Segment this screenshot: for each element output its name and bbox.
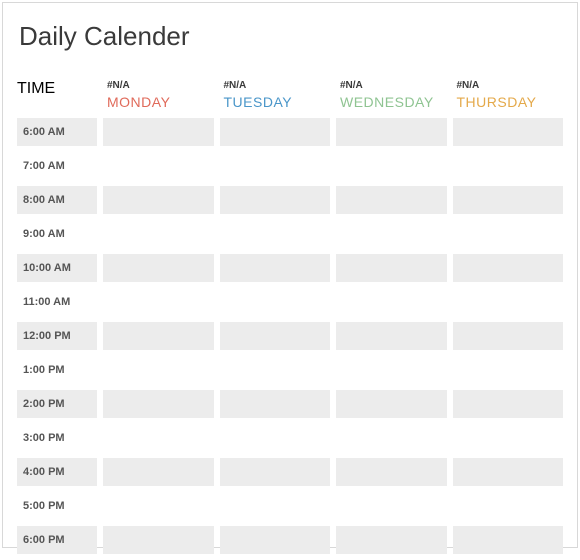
calendar-slot[interactable] <box>103 220 214 248</box>
calendar-slot[interactable] <box>220 288 331 316</box>
calendar-slot[interactable] <box>336 152 447 180</box>
na-label: #N/A <box>340 80 443 91</box>
calendar-slot[interactable] <box>336 424 447 452</box>
na-label: #N/A <box>457 80 560 91</box>
calendar-slot[interactable] <box>220 424 331 452</box>
calendar-grid: TIME #N/A MONDAY #N/A TUESDAY #N/A WEDNE… <box>17 80 563 560</box>
day-header-monday: #N/A MONDAY <box>103 80 214 118</box>
calendar-slot[interactable] <box>453 424 564 452</box>
day-name: WEDNESDAY <box>340 94 434 110</box>
calendar-slot[interactable] <box>453 492 564 520</box>
time-column-header: TIME <box>17 80 97 118</box>
row-spacer <box>17 554 563 560</box>
day-header-tuesday: #N/A TUESDAY <box>220 80 331 118</box>
calendar-slot[interactable] <box>453 390 564 418</box>
time-label: 9:00 AM <box>17 220 97 248</box>
calendar-slot[interactable] <box>220 186 331 214</box>
calendar-slot[interactable] <box>103 254 214 282</box>
na-label: #N/A <box>224 80 327 91</box>
calendar-slot[interactable] <box>336 288 447 316</box>
calendar-slot[interactable] <box>453 186 564 214</box>
day-name: THURSDAY <box>457 94 537 110</box>
time-label: 7:00 AM <box>17 152 97 180</box>
calendar-slot[interactable] <box>453 356 564 384</box>
calendar-slot[interactable] <box>336 492 447 520</box>
time-label: 2:00 PM <box>17 390 97 418</box>
calendar-slot[interactable] <box>453 288 564 316</box>
calendar-slot[interactable] <box>220 356 331 384</box>
time-label: 5:00 PM <box>17 492 97 520</box>
time-label: 1:00 PM <box>17 356 97 384</box>
calendar-slot[interactable] <box>103 492 214 520</box>
calendar-slot[interactable] <box>220 118 331 146</box>
calendar-slot[interactable] <box>336 220 447 248</box>
calendar-slot[interactable] <box>103 458 214 486</box>
day-header-wednesday: #N/A WEDNESDAY <box>336 80 447 118</box>
calendar-slot[interactable] <box>336 356 447 384</box>
calendar-slot[interactable] <box>336 322 447 350</box>
calendar-slot[interactable] <box>220 458 331 486</box>
time-label: 6:00 AM <box>17 118 97 146</box>
time-label: 12:00 PM <box>17 322 97 350</box>
calendar-slot[interactable] <box>453 220 564 248</box>
calendar-slot[interactable] <box>220 492 331 520</box>
calendar-slot[interactable] <box>220 254 331 282</box>
time-label: 3:00 PM <box>17 424 97 452</box>
calendar-slot[interactable] <box>103 118 214 146</box>
calendar-slot[interactable] <box>453 254 564 282</box>
calendar-slot[interactable] <box>336 118 447 146</box>
time-label: 8:00 AM <box>17 186 97 214</box>
calendar-slot[interactable] <box>103 322 214 350</box>
na-label: #N/A <box>107 80 210 91</box>
calendar-slot[interactable] <box>103 390 214 418</box>
time-label: 10:00 AM <box>17 254 97 282</box>
day-header-thursday: #N/A THURSDAY <box>453 80 564 118</box>
calendar-slot[interactable] <box>336 458 447 486</box>
time-label: 11:00 AM <box>17 288 97 316</box>
calendar-slot[interactable] <box>336 254 447 282</box>
day-name: MONDAY <box>107 94 170 110</box>
calendar-slot[interactable] <box>220 152 331 180</box>
calendar-slot[interactable] <box>453 152 564 180</box>
calendar-slot[interactable] <box>453 458 564 486</box>
day-name: TUESDAY <box>224 94 293 110</box>
calendar-slot[interactable] <box>453 118 564 146</box>
calendar-slot[interactable] <box>453 322 564 350</box>
calendar-slot[interactable] <box>220 390 331 418</box>
time-label: 4:00 PM <box>17 458 97 486</box>
calendar-slot[interactable] <box>103 186 214 214</box>
calendar-slot[interactable] <box>103 288 214 316</box>
page-title: Daily Calender <box>19 21 563 52</box>
calendar-slot[interactable] <box>336 390 447 418</box>
calendar-slot[interactable] <box>220 322 331 350</box>
calendar-slot[interactable] <box>220 220 331 248</box>
calendar-slot[interactable] <box>336 186 447 214</box>
calendar-slot[interactable] <box>103 152 214 180</box>
calendar-slot[interactable] <box>103 356 214 384</box>
calendar-frame: Daily Calender TIME #N/A MONDAY #N/A TUE… <box>2 2 578 548</box>
calendar-slot[interactable] <box>103 424 214 452</box>
